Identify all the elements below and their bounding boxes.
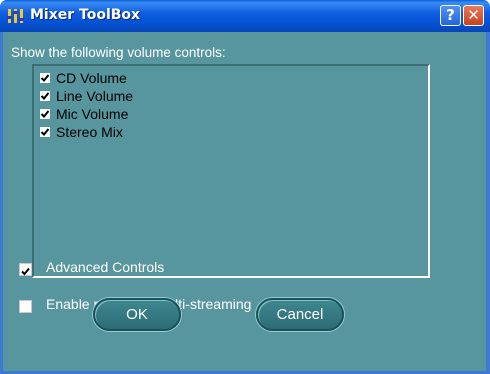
list-item-label: Mic Volume — [56, 106, 129, 122]
advanced-controls-label: Advanced Controls — [46, 259, 165, 275]
volume-controls-prompt: Show the following volume controls: — [11, 45, 226, 60]
title-bar[interactable]: Mixer ToolBox ? ✕ — [0, 0, 490, 32]
cancel-button[interactable]: Cancel — [256, 298, 344, 331]
list-item-label: Line Volume — [56, 88, 134, 104]
mixer-app-icon — [7, 7, 25, 25]
checked-checkbox[interactable] — [40, 127, 50, 137]
mixer-toolbox-window: Mixer ToolBox ? ✕ Show the following vol… — [0, 0, 490, 374]
checked-checkbox[interactable] — [40, 91, 50, 101]
ok-button[interactable]: OK — [93, 298, 181, 331]
dialog-client-area: Show the following volume controls: CD V… — [3, 32, 486, 371]
close-button[interactable]: ✕ — [463, 5, 484, 26]
advanced-controls-checkbox[interactable] — [19, 263, 32, 276]
help-button[interactable]: ? — [440, 5, 461, 26]
checked-checkbox[interactable] — [40, 73, 50, 83]
list-item-label: CD Volume — [56, 70, 127, 86]
checked-checkbox[interactable] — [40, 109, 50, 119]
window-title: Mixer ToolBox — [30, 7, 141, 23]
volume-controls-list[interactable]: CD Volume Line Volume Mic Volume Stereo … — [32, 64, 430, 278]
multi-streaming-checkbox[interactable] — [19, 300, 32, 313]
list-item-label: Stereo Mix — [56, 124, 123, 140]
